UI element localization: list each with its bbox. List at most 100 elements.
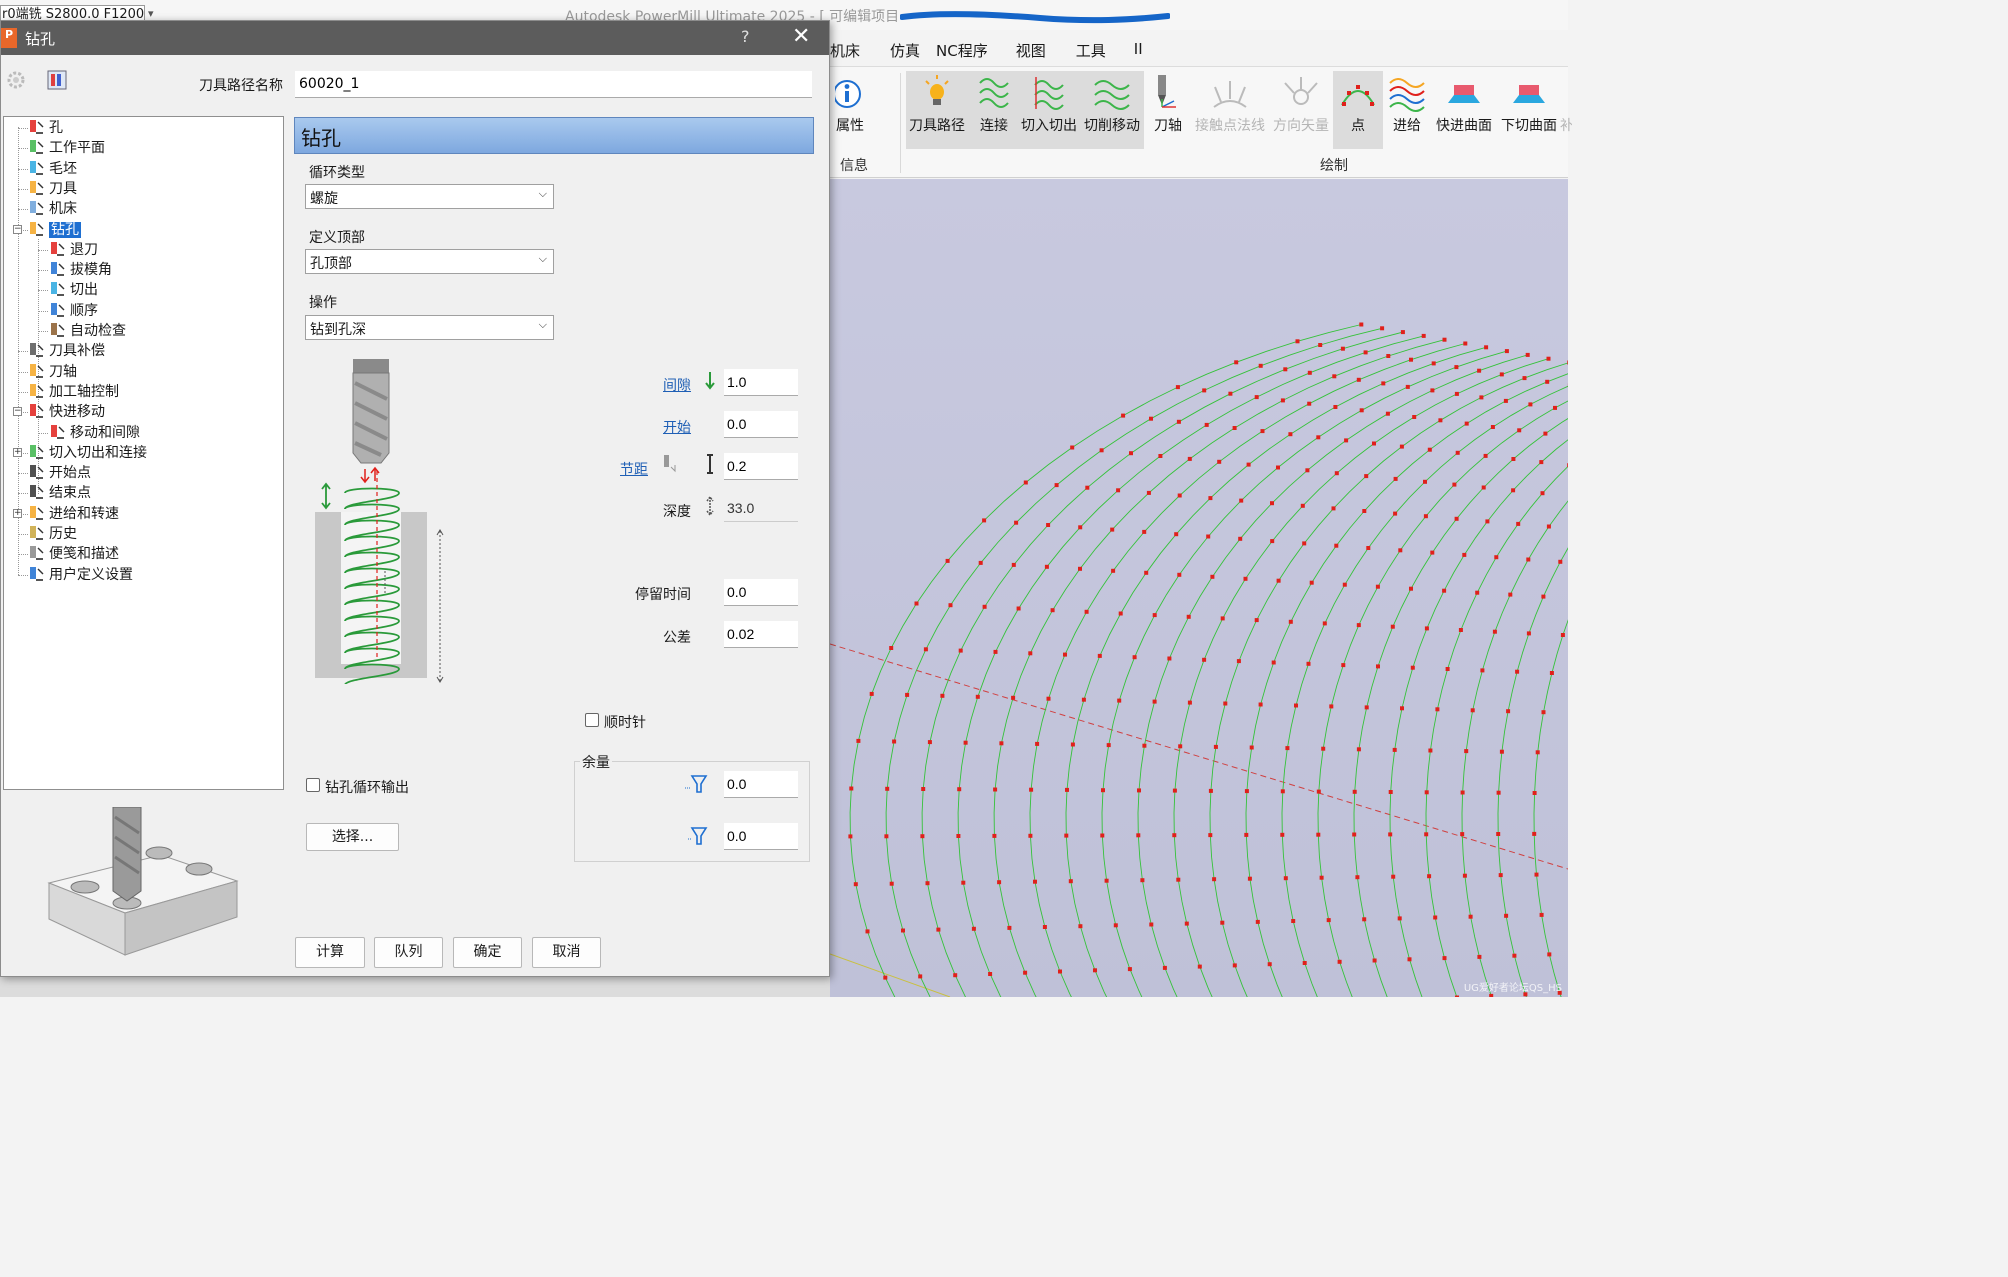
mesh-point xyxy=(1475,590,1480,595)
tree-expander-icon[interactable]: + xyxy=(13,508,22,518)
tree-item-moves-gaps[interactable]: 移动和间隙 xyxy=(48,423,140,443)
ribbon-plunge-surface-button[interactable]: 下切曲面 xyxy=(1498,71,1560,149)
tool-pitch-icon[interactable] xyxy=(662,453,680,475)
start-point-icon xyxy=(30,465,44,480)
mesh-point xyxy=(1028,651,1033,656)
select-button[interactable]: 选择... xyxy=(306,823,399,851)
tree-item-auto-check[interactable]: 自动检查 xyxy=(48,321,126,341)
menu-nc-program[interactable]: NC程序 xyxy=(936,36,1004,64)
close-button[interactable]: ✕ xyxy=(792,24,810,49)
start-link[interactable]: 开始 xyxy=(663,417,691,437)
settings-tree[interactable]: 孔工作平面 毛坯 刀具 机床 − 钻孔 退刀 拔模角 切出 顺序 自动检查 刀具补偿 刀轴 加工轴控制 − 快… xyxy=(3,116,284,790)
tree-item-retract[interactable]: 退刀 xyxy=(48,240,98,260)
define-top-dropdown[interactable]: 孔顶部 ⌵ xyxy=(305,249,554,274)
tree-item-rapid-move[interactable]: 快进移动 xyxy=(27,402,105,422)
mesh-point xyxy=(1567,360,1568,365)
mesh-arc xyxy=(1461,500,1568,997)
tree-item-machine[interactable]: 机床 xyxy=(27,199,77,219)
quick-access-dropdown-icon[interactable]: ▾ xyxy=(148,7,154,20)
mesh-point xyxy=(1254,395,1259,400)
mesh-point xyxy=(869,691,874,696)
ribbon-leads-button[interactable]: 切入切出 xyxy=(1020,71,1078,149)
mesh-point xyxy=(1085,485,1090,490)
mesh-point xyxy=(978,560,983,565)
tree-item-axis-control[interactable]: 加工轴控制 xyxy=(27,382,119,402)
ribbon-more-button[interactable]: 补 xyxy=(1560,71,1572,149)
tree-expander-icon[interactable]: − xyxy=(13,407,22,417)
clockwise-checkbox[interactable] xyxy=(585,713,599,727)
mesh-point xyxy=(1480,668,1485,673)
ribbon-cutting-moves-button[interactable]: 切削移动 xyxy=(1082,71,1142,149)
pitch-input[interactable] xyxy=(724,453,798,480)
tolerance-input[interactable] xyxy=(724,621,798,648)
toolpath-settings-icon[interactable] xyxy=(46,69,68,91)
clearance-input[interactable] xyxy=(724,369,798,396)
mesh-point xyxy=(1464,749,1469,754)
mesh-point xyxy=(1210,574,1215,579)
calculate-button[interactable]: 计算 xyxy=(295,937,365,968)
drill-cycle-output-checkbox[interactable] xyxy=(306,778,320,792)
tree-item-order[interactable]: 顺序 xyxy=(48,301,98,321)
status-strip xyxy=(0,977,830,997)
tree-item-start-point[interactable]: 开始点 xyxy=(27,463,91,483)
mesh-point xyxy=(1400,330,1405,335)
mesh-point xyxy=(1270,501,1274,506)
ok-button[interactable]: 确定 xyxy=(453,937,522,968)
tree-item-drill[interactable]: 钻孔 xyxy=(27,220,81,240)
mesh-point xyxy=(1178,744,1183,749)
tree-item-leads-links[interactable]: 切入切出和连接 xyxy=(27,443,147,463)
radial-stock-input[interactable] xyxy=(724,771,798,798)
menu-simulation[interactable]: 仿真 xyxy=(876,36,936,64)
tree-item-workplane[interactable]: 工作平面 xyxy=(27,138,105,158)
tree-item-tool-axis[interactable]: 刀轴 xyxy=(27,362,77,382)
tree-item-notes[interactable]: 便笺和描述 xyxy=(27,544,119,564)
menu-view[interactable]: 视图 xyxy=(1004,36,1062,64)
pitch-link[interactable]: 节距 xyxy=(620,459,648,479)
dwell-time-input[interactable] xyxy=(724,579,798,606)
3d-viewport[interactable]: UG爱好者论坛QS_HS xyxy=(830,179,1568,997)
queue-button[interactable]: 队列 xyxy=(374,937,443,968)
cancel-button[interactable]: 取消 xyxy=(532,937,601,968)
clearance-link[interactable]: 间隙 xyxy=(663,375,691,395)
menu-machine[interactable]: 机床 xyxy=(830,36,876,64)
tree-item-label: 毛坯 xyxy=(49,160,77,177)
start-input[interactable] xyxy=(724,411,798,438)
cycle-type-dropdown[interactable]: 螺旋 ⌵ xyxy=(305,184,554,209)
tree-item-label: 钻孔 xyxy=(49,221,81,238)
tree-item-user-settings[interactable]: 用户定义设置 xyxy=(27,565,133,585)
tree-item-feeds-speeds[interactable]: 进给和转速 xyxy=(27,504,119,524)
tree-expander-icon[interactable]: − xyxy=(13,224,22,234)
ribbon-feed-button[interactable]: 进给 xyxy=(1386,71,1428,149)
ribbon-links-button[interactable]: 连接 xyxy=(972,71,1016,149)
tree-item-lead-out[interactable]: 切出 xyxy=(48,280,98,300)
axial-stock-input[interactable] xyxy=(724,823,798,850)
ribbon-tool-axis-button[interactable]: 刀轴 xyxy=(1150,71,1186,149)
tree-item-tool-compensation[interactable]: 刀具补偿 xyxy=(27,341,105,361)
tree-expander-icon[interactable]: + xyxy=(13,447,22,457)
mesh-point xyxy=(1468,914,1473,919)
radial-stock-icon[interactable] xyxy=(684,773,708,795)
mesh-point xyxy=(1132,655,1137,660)
tree-item-end-point[interactable]: 结束点 xyxy=(27,483,91,503)
tree-item-tool[interactable]: 刀具 xyxy=(27,179,77,199)
help-button[interactable]: ? xyxy=(741,27,750,46)
ribbon-properties-button[interactable]: 属性 xyxy=(830,71,870,149)
ribbon-direction-vectors-button[interactable]: 方向矢量 xyxy=(1270,71,1332,149)
stock-group-label: 余量 xyxy=(580,752,612,772)
tree-item-hole[interactable]: 孔 xyxy=(27,118,63,138)
ribbon-toolpath-button[interactable]: 刀具路径 xyxy=(908,71,966,149)
operation-dropdown[interactable]: 钻到孔深 ⌵ xyxy=(305,315,554,340)
ribbon-rapid-surface-button[interactable]: 快进曲面 xyxy=(1434,71,1494,149)
mesh-point xyxy=(1409,586,1413,591)
tree-item-draft-angle[interactable]: 拔模角 xyxy=(48,260,112,280)
toolpath-name-input[interactable] xyxy=(295,71,812,98)
ribbon-points-button[interactable]: 点 xyxy=(1333,71,1383,149)
ribbon-contact-normals-button[interactable]: 接触点法线 xyxy=(1194,71,1266,149)
tree-item-label: 机床 xyxy=(49,201,77,218)
tree-item-history[interactable]: 历史 xyxy=(27,524,77,544)
menu-tools[interactable]: 工具 xyxy=(1062,36,1122,64)
tree-item-block[interactable]: 毛坯 xyxy=(27,159,77,179)
gear-icon[interactable] xyxy=(5,69,27,91)
menu-more[interactable]: II xyxy=(1122,36,1159,64)
axial-stock-icon[interactable] xyxy=(684,825,708,847)
